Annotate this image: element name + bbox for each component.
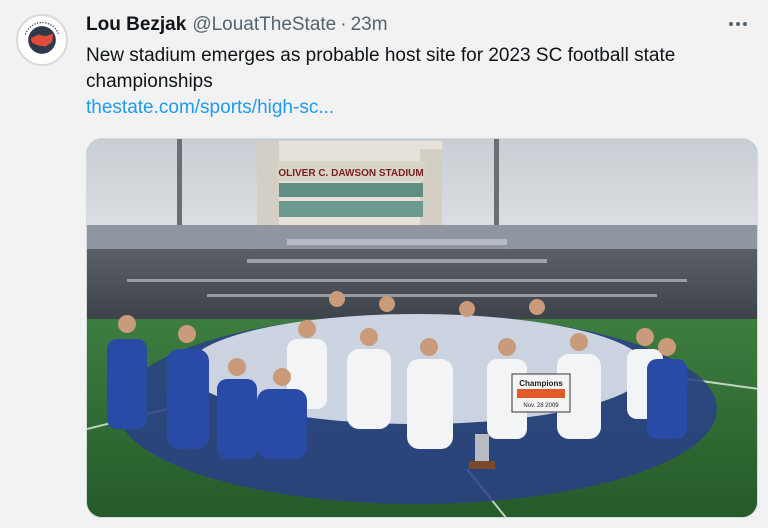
news-guild-logo-icon	[19, 17, 65, 63]
tweet-text: New stadium emerges as probable host sit…	[86, 45, 676, 92]
team-photo-image: OLIVER C. DAWSON STADIUM Champions Nov. …	[87, 139, 757, 517]
separator-dot: ·	[340, 14, 347, 35]
avatar[interactable]	[16, 14, 68, 66]
stadium-sign: OLIVER C. DAWSON STADIUM	[278, 168, 423, 179]
banner-line-2: Nov. 28 2009	[523, 403, 559, 409]
tweet-header: Lou Bezjak @LouatTheState · 23m	[86, 14, 708, 40]
more-options-icon[interactable]	[724, 12, 752, 36]
tweet-card[interactable]: Lou Bezjak @LouatTheState · 23m New stad…	[0, 0, 768, 528]
tweet-photo[interactable]: OLIVER C. DAWSON STADIUM Champions Nov. …	[86, 138, 758, 518]
timestamp[interactable]: 23m	[351, 14, 388, 36]
article-link[interactable]: thestate.com/sports/high-sc...	[86, 95, 334, 121]
banner-line-1: Champions	[519, 379, 563, 388]
user-handle[interactable]: @LouatTheState	[192, 14, 336, 36]
display-name[interactable]: Lou Bezjak	[86, 14, 186, 36]
